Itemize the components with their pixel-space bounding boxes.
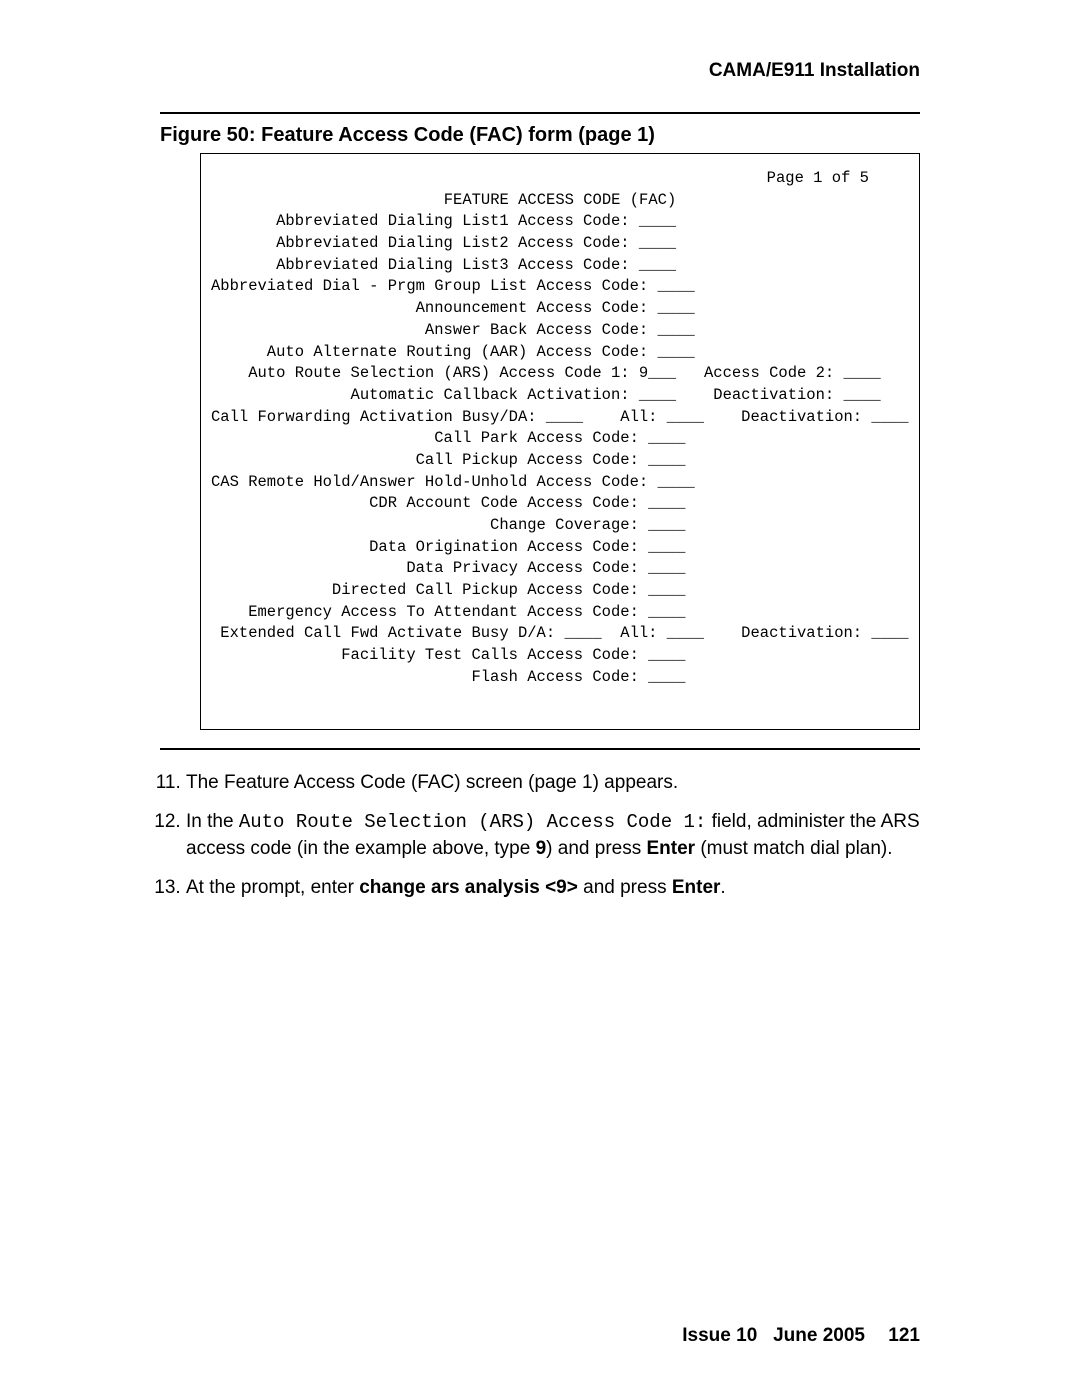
text: In the — [186, 811, 239, 832]
text: . — [720, 877, 725, 898]
footer-date: June 2005 — [773, 1325, 865, 1346]
fac-line: Directed Call Pickup Access Code: ____ — [211, 580, 909, 602]
bold-enter: Enter — [647, 838, 696, 859]
bold-command: change ars analysis <9> — [359, 877, 578, 898]
fac-line: Automatic Callback Activation: ____ Deac… — [211, 385, 909, 407]
fac-line: Call Pickup Access Code: ____ — [211, 450, 909, 472]
terminal-page: Page 1 of 5 — [211, 168, 909, 190]
fac-line: Announcement Access Code: ____ — [211, 298, 909, 320]
footer-page-number: 121 — [888, 1325, 920, 1346]
fac-line: Emergency Access To Attendant Access Cod… — [211, 602, 909, 624]
fac-line: Facility Test Calls Access Code: ____ — [211, 645, 909, 667]
step-12: In the Auto Route Selection (ARS) Access… — [186, 809, 920, 861]
bold-enter: Enter — [672, 877, 721, 898]
rule-top — [160, 112, 920, 114]
instruction-list: The Feature Access Code (FAC) screen (pa… — [160, 770, 920, 902]
inline-code: Auto Route Selection (ARS) Access Code 1… — [239, 811, 706, 833]
fac-line: CAS Remote Hold/Answer Hold-Unhold Acces… — [211, 472, 909, 494]
terminal-title: FEATURE ACCESS CODE (FAC) — [211, 190, 909, 212]
fac-line: Extended Call Fwd Activate Busy D/A: ___… — [211, 623, 909, 645]
figure-caption: Figure 50: Feature Access Code (FAC) for… — [160, 124, 920, 147]
text: ) and press — [546, 838, 646, 859]
fac-line: Abbreviated Dialing List3 Access Code: _… — [211, 255, 909, 277]
step-11: The Feature Access Code (FAC) screen (pa… — [186, 770, 920, 796]
fac-line: Call Park Access Code: ____ — [211, 428, 909, 450]
bold-9: 9 — [536, 838, 547, 859]
footer-issue: Issue 10 — [682, 1325, 757, 1346]
page-footer: Issue 10 June 2005 121 — [682, 1325, 920, 1347]
fac-line: Call Forwarding Activation Busy/DA: ____… — [211, 407, 909, 429]
document-page: CAMA/E911 Installation Figure 50: Featur… — [0, 0, 1080, 1397]
terminal-screenshot: Page 1 of 5FEATURE ACCESS CODE (FAC) Abb… — [200, 153, 920, 730]
fac-line: Auto Alternate Routing (AAR) Access Code… — [211, 342, 909, 364]
running-header: CAMA/E911 Installation — [160, 60, 920, 82]
fac-line: Change Coverage: ____ — [211, 515, 909, 537]
fac-line: Abbreviated Dial - Prgm Group List Acces… — [211, 276, 909, 298]
fac-line: Flash Access Code: ____ — [211, 667, 909, 689]
fac-line: Abbreviated Dialing List2 Access Code: _… — [211, 233, 909, 255]
fac-line: Auto Route Selection (ARS) Access Code 1… — [211, 363, 909, 385]
text: (must match dial plan). — [695, 838, 892, 859]
fac-line: Abbreviated Dialing List1 Access Code: _… — [211, 211, 909, 233]
text: and press — [578, 877, 672, 898]
fac-line: Data Privacy Access Code: ____ — [211, 558, 909, 580]
fac-line: Data Origination Access Code: ____ — [211, 537, 909, 559]
fac-line: Answer Back Access Code: ____ — [211, 320, 909, 342]
fac-line: CDR Account Code Access Code: ____ — [211, 493, 909, 515]
rule-under-figure — [160, 748, 920, 750]
text: At the prompt, enter — [186, 877, 359, 898]
step-13: At the prompt, enter change ars analysis… — [186, 875, 920, 901]
